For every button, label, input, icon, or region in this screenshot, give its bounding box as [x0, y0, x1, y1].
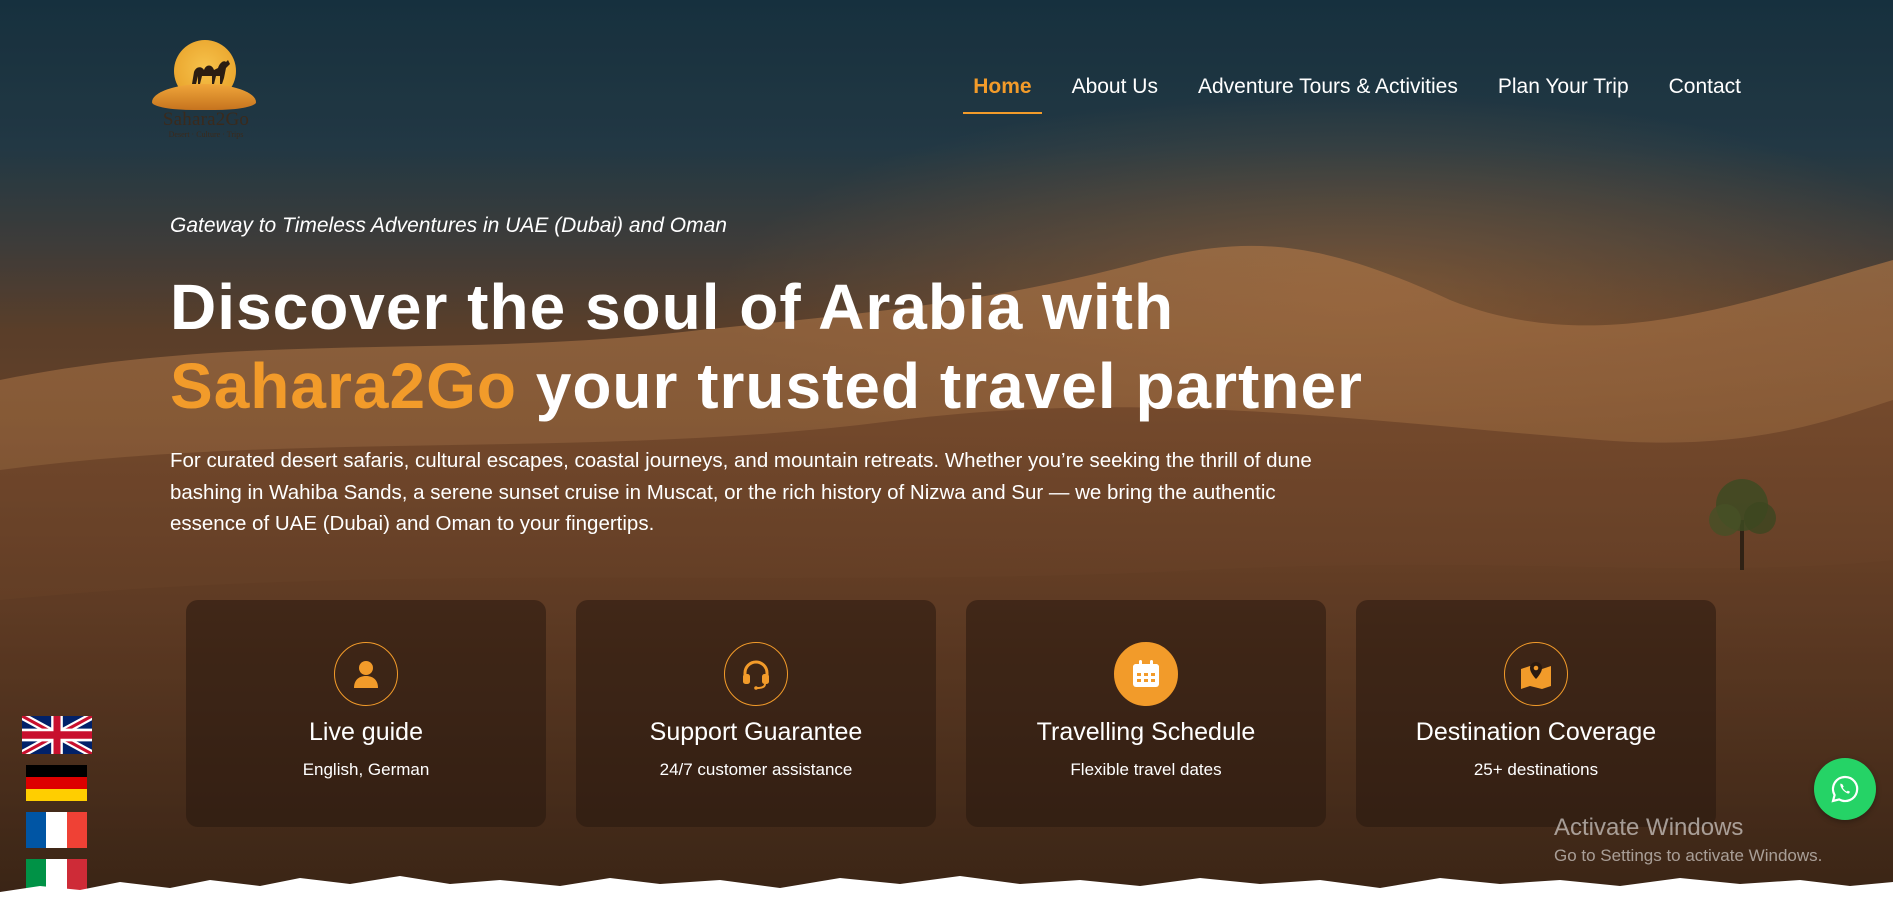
feature-cards: Live guide English, German Support Guara…: [186, 600, 1716, 827]
logo-tagline: Desert · Culture · Trips: [168, 130, 244, 139]
uk-flag-icon[interactable]: [22, 716, 92, 754]
section-divider: [0, 876, 1893, 918]
feature-subtitle: Flexible travel dates: [1070, 760, 1222, 779]
headset-icon: [724, 642, 788, 706]
camel-icon: [192, 60, 230, 84]
feature-title: Destination Coverage: [1415, 718, 1657, 746]
feature-card-schedule: Travelling Schedule Flexible travel date…: [966, 600, 1326, 827]
hero-headline: Discover the soul of Arabia with Sahara2…: [170, 268, 1363, 426]
calendar-icon: [1114, 642, 1178, 706]
hero-description: For curated desert safaris, cultural esc…: [170, 449, 1312, 535]
hero-tagline: Gateway to Timeless Adventures in UAE (D…: [170, 214, 727, 237]
logo-text: Sahara2Go: [162, 109, 250, 130]
site-logo[interactable]: Sahara2Go Desert · Culture · Trips: [148, 36, 260, 146]
headline-brand: Sahara2Go: [170, 350, 517, 422]
nav-plan-your-trip[interactable]: Plan Your Trip: [1488, 70, 1639, 114]
headline-line2: your trusted travel partner: [516, 350, 1363, 422]
headline-line1: Discover the soul of Arabia with: [170, 271, 1175, 343]
nav-home[interactable]: Home: [963, 70, 1042, 114]
watermark-subtitle: Go to Settings to activate Windows.: [1554, 846, 1823, 865]
feature-title: Travelling Schedule: [1036, 718, 1256, 746]
feature-subtitle: English, German: [302, 760, 430, 779]
windows-activation-watermark: Activate Windows Go to Settings to activ…: [1554, 814, 1822, 866]
feature-title: Live guide: [309, 718, 423, 746]
nav-adventure-tours[interactable]: Adventure Tours & Activities: [1188, 70, 1468, 114]
feature-subtitle: 25+ destinations: [1473, 760, 1599, 779]
nav-about-us[interactable]: About Us: [1062, 70, 1168, 114]
france-flag-icon[interactable]: [26, 812, 87, 848]
whatsapp-button[interactable]: [1814, 758, 1876, 820]
feature-card-destinations: Destination Coverage 25+ destinations: [1356, 600, 1716, 827]
nav-contact[interactable]: Contact: [1659, 70, 1751, 114]
feature-title: Support Guarantee: [649, 718, 863, 746]
feature-card-support: Support Guarantee 24/7 customer assistan…: [576, 600, 936, 827]
map-pin-icon: [1504, 642, 1568, 706]
germany-flag-icon[interactable]: [26, 765, 87, 801]
feature-subtitle: 24/7 customer assistance: [659, 760, 853, 779]
feature-card-live-guide: Live guide English, German: [186, 600, 546, 827]
user-icon: [334, 642, 398, 706]
whatsapp-icon: [1831, 775, 1859, 803]
watermark-title: Activate Windows: [1554, 814, 1744, 841]
main-navigation: Home About Us Adventure Tours & Activiti…: [943, 70, 1751, 114]
